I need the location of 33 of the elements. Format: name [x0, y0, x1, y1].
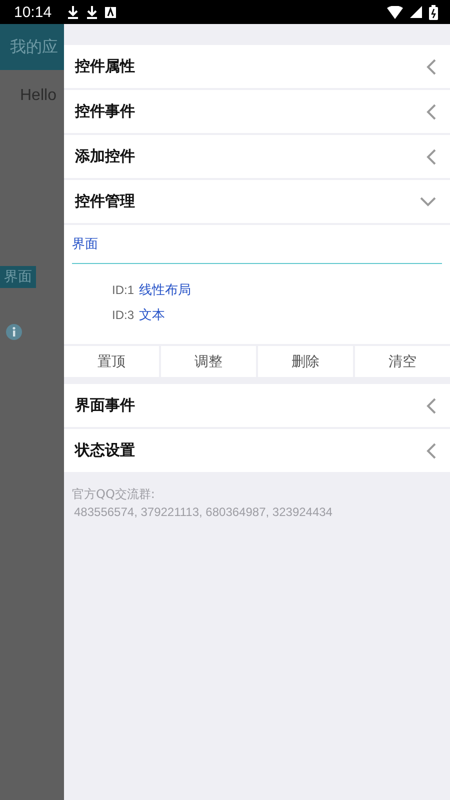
item-id: ID:3 [112, 308, 134, 322]
item-id: ID:1 [112, 283, 134, 297]
wifi-icon [387, 6, 403, 18]
tree-item[interactable]: 文本 [139, 306, 166, 324]
section-header[interactable]: 控件事件 [64, 90, 450, 133]
action-button[interactable]: 删除 [258, 346, 353, 377]
battery-icon [429, 4, 438, 20]
download-icon [86, 5, 98, 19]
section-header[interactable]: 添加控件 [64, 135, 450, 178]
font-icon [104, 6, 116, 18]
tab[interactable]: 界面 [72, 225, 442, 264]
section-header[interactable]: 界面事件 [64, 384, 450, 427]
chevron-left-icon [426, 148, 436, 164]
chevron-down-icon [420, 196, 436, 206]
app-title: 我的应 [10, 36, 58, 58]
action-button[interactable]: 调整 [161, 346, 256, 377]
info-icon [6, 324, 22, 340]
tree-item[interactable]: 线性布局 [139, 281, 192, 299]
screen-label: 界面 [0, 266, 36, 288]
action-button[interactable]: 清空 [355, 346, 450, 377]
download-icon [66, 5, 79, 19]
chevron-left-icon [426, 58, 436, 74]
section-header[interactable]: 控件属性 [64, 45, 450, 88]
section-header[interactable]: 状态设置 [64, 429, 450, 472]
section-header[interactable]: 控件管理 [64, 180, 450, 223]
group-label: 官方QQ交流群: [72, 486, 156, 503]
action-button[interactable]: 置顶 [64, 346, 159, 377]
chevron-left-icon [426, 104, 436, 120]
signal-icon [410, 6, 422, 18]
status-time: 10:14 [14, 4, 52, 20]
chevron-left-icon [426, 442, 436, 458]
chevron-left-icon [426, 398, 436, 414]
group-numbers: 483556574, 379221113, 680364987, 323924434 [73, 505, 334, 519]
